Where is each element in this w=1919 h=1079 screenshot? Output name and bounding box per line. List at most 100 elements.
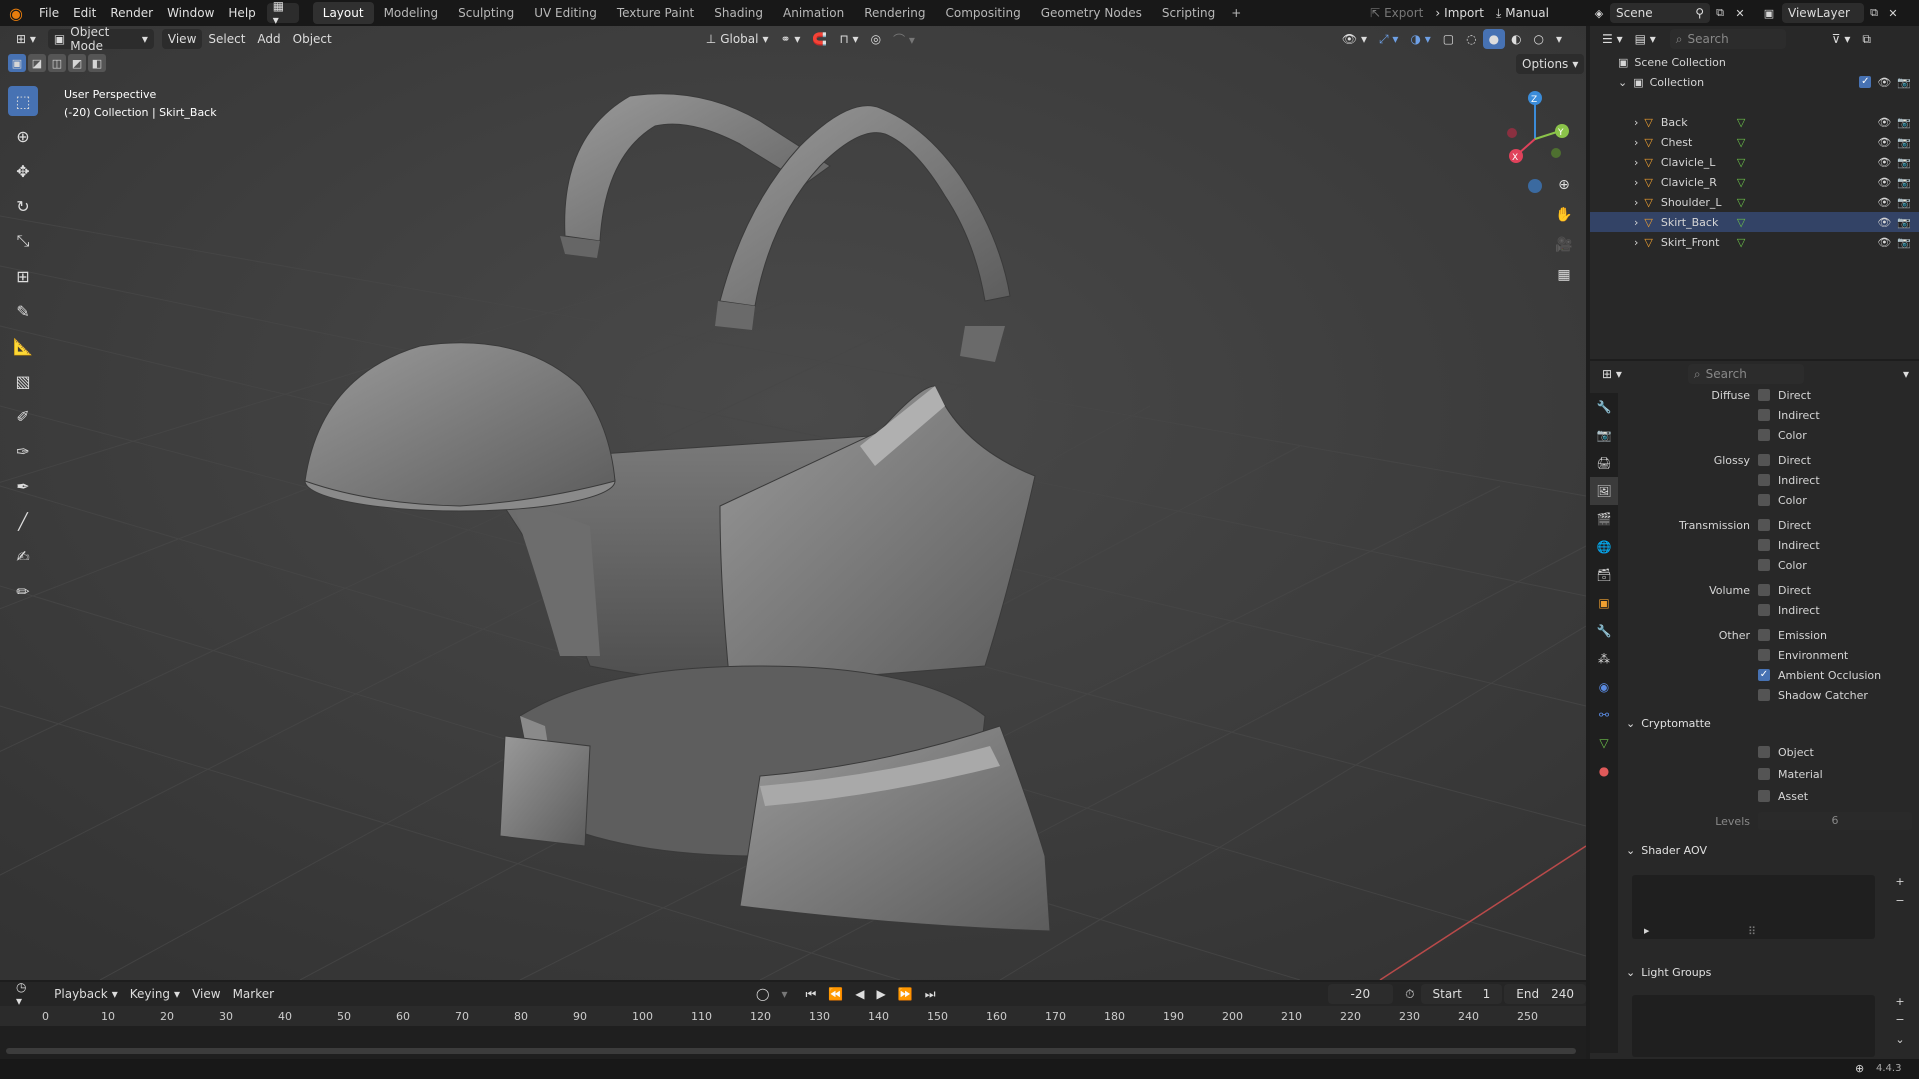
camera-render-icon[interactable]: 📷 bbox=[1897, 176, 1911, 189]
camera-render-icon[interactable]: 📷 bbox=[1897, 116, 1911, 129]
object-name[interactable]: Back bbox=[1661, 116, 1731, 129]
chevron-right-icon[interactable]: › bbox=[1634, 156, 1638, 169]
eye-icon[interactable]: 👁 bbox=[1877, 116, 1891, 129]
add-cube-tool[interactable]: ▧ bbox=[8, 366, 38, 396]
camera-render-icon[interactable]: 📷 bbox=[1897, 156, 1911, 169]
tab-shading[interactable]: Shading bbox=[704, 2, 773, 24]
camera-render-icon[interactable]: 📷 bbox=[1897, 196, 1911, 209]
paint-tool-1[interactable]: ✐ bbox=[8, 401, 38, 431]
paint-tool-6[interactable]: ✏ bbox=[8, 576, 38, 606]
camera-render-icon[interactable]: 📷 bbox=[1897, 76, 1911, 89]
menu-help[interactable]: Help bbox=[221, 0, 262, 26]
light-groups-list[interactable] bbox=[1632, 995, 1875, 1057]
select-intersect-icon[interactable]: ◧ bbox=[88, 54, 106, 72]
data-tab-icon[interactable]: ▽ bbox=[1590, 729, 1618, 757]
levels-field[interactable]: 6 bbox=[1758, 812, 1912, 830]
timeline-scrollbar[interactable] bbox=[6, 1048, 1576, 1054]
remove-aov-button[interactable]: − bbox=[1891, 894, 1909, 912]
visibility-selectability-dropdown[interactable]: 👁 ▾ bbox=[1336, 29, 1373, 49]
tab-texture-paint[interactable]: Texture Paint bbox=[607, 2, 704, 24]
preview-range-toggle[interactable]: ⏱ bbox=[1399, 984, 1420, 1004]
rendered-shading-button[interactable]: ○ bbox=[1528, 29, 1550, 49]
camera-render-icon[interactable]: 📷 bbox=[1897, 236, 1911, 249]
keying-set-dropdown[interactable]: ▾ bbox=[775, 984, 793, 1004]
resize-grip-icon[interactable]: ⠿ bbox=[1748, 925, 1756, 938]
editor-type-3d-viewport[interactable]: ⊞ ▾ bbox=[10, 29, 42, 49]
outliner-object-row[interactable]: › ▽ Skirt_Back ▽ 👁 📷 bbox=[1590, 212, 1919, 232]
select-box-tool[interactable]: ⬚ bbox=[8, 86, 38, 116]
collection-exclude-checkbox[interactable]: ✓ bbox=[1859, 76, 1872, 88]
outliner-object-row[interactable]: › ▽ Chest ▽ 👁 📷 bbox=[1590, 132, 1919, 152]
snap-target-dropdown[interactable]: ⊓ ▾ bbox=[833, 29, 864, 49]
object-tab-icon[interactable]: ▣ bbox=[1590, 589, 1618, 617]
proportional-falloff-dropdown[interactable]: ⌒ ▾ bbox=[887, 29, 921, 49]
snap-toggle[interactable]: 🧲 bbox=[806, 29, 833, 49]
cursor-tool[interactable]: ⊕ bbox=[8, 121, 38, 151]
pass-checkbox[interactable] bbox=[1758, 389, 1770, 401]
physics-tab-icon[interactable]: ◉ bbox=[1590, 673, 1618, 701]
new-scene-icon[interactable]: ⧉ bbox=[1710, 6, 1730, 20]
gizmo-toggle[interactable]: ⤢ ▾ bbox=[1373, 29, 1404, 49]
object-name[interactable]: Skirt_Back bbox=[1661, 216, 1731, 229]
menu-select[interactable]: Select bbox=[202, 29, 251, 49]
annotate-tool[interactable]: ✎ bbox=[8, 296, 38, 326]
tab-sculpting[interactable]: Sculpting bbox=[448, 2, 524, 24]
editor-type-dropdown[interactable]: ▦ ▾ bbox=[266, 0, 299, 27]
collection-tab-icon[interactable]: 🗃 bbox=[1590, 561, 1618, 589]
transform-orientation-dropdown[interactable]: ⊥ Global ▾ bbox=[700, 29, 775, 49]
scene-selector[interactable]: Scene ⚲ bbox=[1610, 3, 1710, 23]
properties-options-icon[interactable]: ▾ bbox=[1897, 364, 1915, 384]
menu-file[interactable]: File bbox=[32, 0, 66, 26]
pass-checkbox[interactable] bbox=[1758, 494, 1770, 506]
blender-logo-icon[interactable]: ◉ bbox=[0, 0, 32, 26]
menu-render[interactable]: Render bbox=[103, 0, 160, 26]
tab-scripting[interactable]: Scripting bbox=[1152, 2, 1225, 24]
cryptomatte-checkbox[interactable] bbox=[1758, 746, 1770, 758]
solid-shading-button[interactable]: ● bbox=[1482, 29, 1506, 49]
xray-toggle[interactable]: ▢ bbox=[1437, 29, 1460, 49]
pass-checkbox[interactable] bbox=[1758, 429, 1770, 441]
menu-keying[interactable]: Keying ▾ bbox=[124, 984, 186, 1004]
tab-rendering[interactable]: Rendering bbox=[854, 2, 935, 24]
menu-playback[interactable]: Playback ▾ bbox=[48, 984, 124, 1004]
grid-perspective-icon[interactable]: ▦ bbox=[1551, 262, 1577, 288]
tab-layout[interactable]: Layout bbox=[312, 2, 374, 24]
remove-scene-icon[interactable]: ✕ bbox=[1730, 7, 1750, 20]
material-tab-icon[interactable]: ● bbox=[1590, 757, 1618, 785]
zoom-icon[interactable]: ⊕ bbox=[1551, 172, 1577, 198]
outliner-object-row[interactable]: › ▽ Clavicle_L ▽ 👁 📷 bbox=[1590, 152, 1919, 172]
object-mode-dropdown[interactable]: ▣ Object Mode ▾ bbox=[47, 25, 154, 53]
collection-row[interactable]: ⌄ ▣ Collection ✓ 👁 📷 bbox=[1590, 72, 1919, 92]
material-shading-button[interactable]: ◐ bbox=[1505, 29, 1527, 49]
end-frame-field[interactable]: End 240 bbox=[1504, 984, 1586, 1004]
jump-end-button[interactable]: ⏭ bbox=[919, 984, 942, 1004]
paint-tool-2[interactable]: ✑ bbox=[8, 436, 38, 466]
eye-icon[interactable]: 👁 bbox=[1877, 176, 1891, 189]
camera-icon[interactable]: 🎥 bbox=[1551, 232, 1577, 258]
3d-viewport[interactable]: Z X Y bbox=[0, 26, 1586, 980]
pass-checkbox[interactable] bbox=[1758, 474, 1770, 486]
menu-view[interactable]: View bbox=[161, 29, 203, 49]
play-reverse-button[interactable]: ◀ bbox=[849, 984, 870, 1004]
eye-icon[interactable]: 👁 bbox=[1877, 216, 1891, 229]
rotate-tool[interactable]: ↻ bbox=[8, 191, 38, 221]
cryptomatte-panel-header[interactable]: ⌄ Cryptomatte bbox=[1626, 712, 1911, 734]
timeline-track-area[interactable] bbox=[0, 1026, 1586, 1059]
import-button[interactable]: › Import bbox=[1429, 3, 1490, 23]
pass-checkbox[interactable] bbox=[1758, 689, 1770, 701]
pass-checkbox[interactable] bbox=[1758, 629, 1770, 641]
pass-checkbox[interactable] bbox=[1758, 604, 1770, 616]
menu-edit[interactable]: Edit bbox=[66, 0, 103, 26]
tab-compositing[interactable]: Compositing bbox=[935, 2, 1030, 24]
chevron-right-icon[interactable]: › bbox=[1634, 196, 1638, 209]
camera-render-icon[interactable]: 📷 bbox=[1897, 216, 1911, 229]
pass-checkbox[interactable] bbox=[1758, 454, 1770, 466]
select-subtract-icon[interactable]: ◫ bbox=[48, 54, 66, 72]
render-tab-icon[interactable]: 📷 bbox=[1590, 421, 1618, 449]
timeline-editor-type[interactable]: ◷ ▾ bbox=[10, 980, 40, 1008]
manual-button[interactable]: ⤓ Manual bbox=[1490, 3, 1555, 23]
options-dropdown[interactable]: Options ▾ bbox=[1516, 54, 1585, 74]
current-frame-field[interactable]: -20 bbox=[1327, 984, 1394, 1004]
pass-checkbox[interactable]: ✓ bbox=[1758, 669, 1770, 681]
scale-tool[interactable]: ⤡ bbox=[8, 226, 38, 256]
